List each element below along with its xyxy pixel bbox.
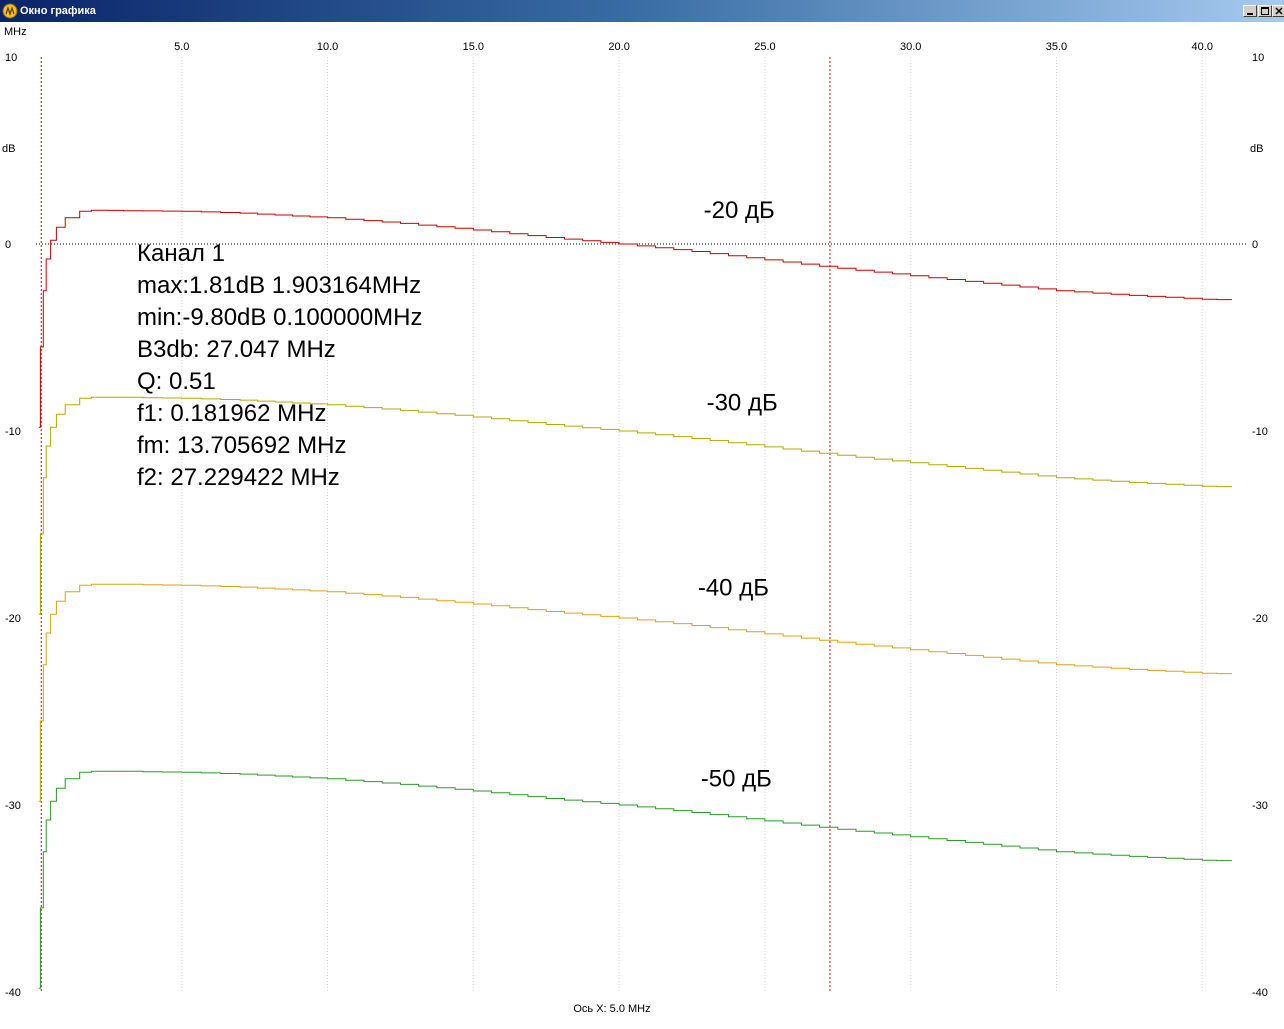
series-line <box>38 770 1232 989</box>
x-tick-label: 15.0 <box>463 41 484 53</box>
y-tick-label-left: -30 <box>5 800 21 812</box>
axes: MHz 5.0 10.0 15.0 20.0 25.0 30.0 35.0 40.0 10 10 0 0… <box>2 26 1268 1015</box>
title-bar[interactable]: Окно графика <box>0 0 1284 22</box>
series-line <box>38 583 1232 802</box>
app-icon <box>2 3 18 19</box>
x-tick-label: 35.0 <box>1046 41 1067 53</box>
y-tick-label-right: -20 <box>1252 613 1268 625</box>
y-axis-label-left: dB <box>2 143 15 155</box>
measurement-info: Канал 1 max:1.81dB 1.903164MHz min:-9.80… <box>137 238 423 494</box>
frequency-response-chart[interactable]: MHz 5.0 10.0 15.0 20.0 25.0 30.0 35.0 40.0 10 10 0 0… <box>0 22 1284 1024</box>
chart-area[interactable]: MHz 5.0 10.0 15.0 20.0 25.0 30.0 35.0 40.0 10 10 0 0… <box>0 22 1284 1024</box>
minimize-icon <box>1247 13 1253 15</box>
x-tick-label: 20.0 <box>608 41 629 53</box>
min-readout: min:-9.80dB 0.100000MHz <box>137 304 423 331</box>
close-button[interactable] <box>1272 5 1284 17</box>
max-readout: max:1.81dB 1.903164MHz <box>137 272 422 299</box>
close-icon <box>1275 7 1283 15</box>
y-tick-label-right: -40 <box>1252 987 1268 999</box>
window-title: Окно графика <box>20 5 96 17</box>
series-label: -40 дБ <box>698 575 769 602</box>
y-tick-label-left: -40 <box>5 987 21 999</box>
series-label: -20 дБ <box>704 197 775 224</box>
channel-label: Канал 1 <box>137 240 225 267</box>
x-unit-label: MHz <box>4 26 27 38</box>
maximize-button[interactable] <box>1258 5 1272 17</box>
x-tick-label: 10.0 <box>317 41 338 53</box>
series-label: -30 дБ <box>707 389 778 416</box>
x-tick-label: 5.0 <box>174 41 189 53</box>
y-tick-label-left: -20 <box>5 613 21 625</box>
x-tick-label: 25.0 <box>754 41 775 53</box>
x-axis-caption: Ось X: 5.0 MHz <box>573 1003 650 1015</box>
minimize-button[interactable] <box>1243 5 1257 17</box>
y-tick-label-left: 10 <box>5 52 17 64</box>
q-readout: Q: 0.51 <box>137 368 216 395</box>
y-tick-label-left: -10 <box>5 426 21 438</box>
series-labels: -20 дБ -30 дБ -40 дБ -50 дБ <box>698 197 778 792</box>
y-tick-label-right: -10 <box>1252 426 1268 438</box>
f2-readout: f2: 27.229422 MHz <box>137 464 340 491</box>
x-tick-label: 40.0 <box>1192 41 1213 53</box>
y-tick-label-right: -30 <box>1252 800 1268 812</box>
chart-window: Окно графика MHz 5.0 10.0 15.0 20.0 25.0 30.0 3… <box>0 0 1284 1024</box>
maximize-icon <box>1261 7 1269 15</box>
f1-readout: f1: 0.181962 MHz <box>137 400 327 427</box>
y-tick-label-right: 0 <box>1252 239 1258 251</box>
y-tick-label-right: 10 <box>1252 52 1264 64</box>
x-tick-label: 30.0 <box>900 41 921 53</box>
y-tick-label-left: 0 <box>5 239 11 251</box>
series-label: -50 дБ <box>701 765 772 792</box>
fm-readout: fm: 13.705692 MHz <box>137 432 347 459</box>
b3db-readout: B3db: 27.047 MHz <box>137 336 336 363</box>
y-axis-label-right: dB <box>1250 143 1263 155</box>
